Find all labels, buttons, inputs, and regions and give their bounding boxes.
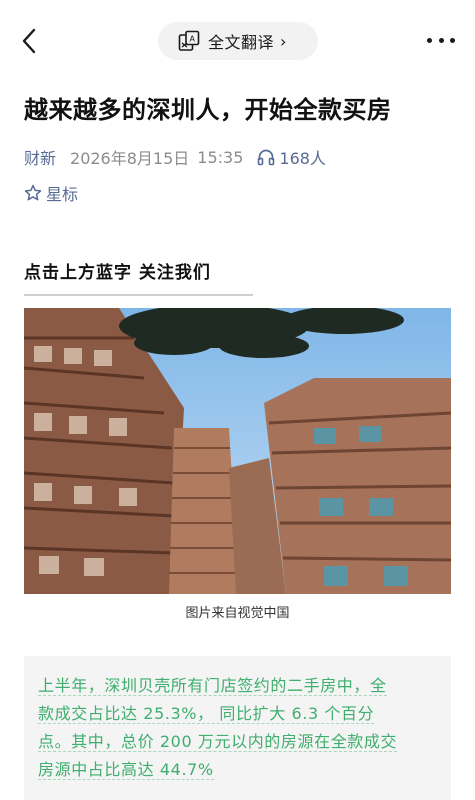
article-photo[interactable] (24, 308, 451, 594)
back-button[interactable] (14, 24, 44, 58)
chevron-right-icon: › (280, 31, 287, 51)
translate-label: 全文翻译 (208, 33, 275, 52)
quote-line: 上半年，深圳贝壳所有门店签约的二手房中，全 (38, 676, 387, 696)
star-button[interactable]: 星标 (24, 180, 78, 206)
listen-button[interactable]: 168人 (257, 145, 326, 169)
account-name-link[interactable]: 财新 (24, 145, 56, 169)
more-button[interactable] (427, 30, 455, 50)
quote-line: 房源中占比高达 44.7% (38, 760, 214, 780)
quote-line: 款成交占比达 25.3%， 同比扩大 6.3 个百分 (38, 704, 375, 724)
article-title: 越来越多的深圳人，开始全款买房 (24, 96, 392, 124)
more-icon (450, 37, 455, 43)
star-label: 星标 (46, 185, 79, 204)
publish-date: 2026年8月15日 (70, 149, 190, 168)
star-icon (24, 184, 42, 202)
svg-text:A: A (189, 35, 195, 44)
more-icon (427, 37, 432, 43)
article-meta: 财新 2026年8月15日 15:35 168人 (24, 144, 326, 170)
building-illustration (24, 308, 451, 594)
follow-prompt: 点击上方蓝字 关注我们 (24, 263, 211, 283)
translate-button[interactable]: A 全文翻译 › (158, 22, 318, 60)
image-caption: 图片来自视觉中国 (185, 606, 290, 621)
publish-time: 15:35 (197, 147, 244, 167)
more-icon (438, 37, 444, 43)
top-bar: A 全文翻译 › (0, 0, 475, 80)
quote-line: 点。其中，总价 200 万元以内的房源在全款成交 (38, 732, 398, 752)
back-icon (22, 28, 36, 54)
highlight-quote: 上半年，深圳贝壳所有门店签约的二手房中，全 款成交占比达 25.3%， 同比扩大… (24, 656, 451, 800)
translate-icon: A (178, 30, 200, 52)
headphone-icon (257, 148, 275, 166)
listen-count: 168人 (279, 149, 326, 168)
divider (24, 294, 253, 296)
